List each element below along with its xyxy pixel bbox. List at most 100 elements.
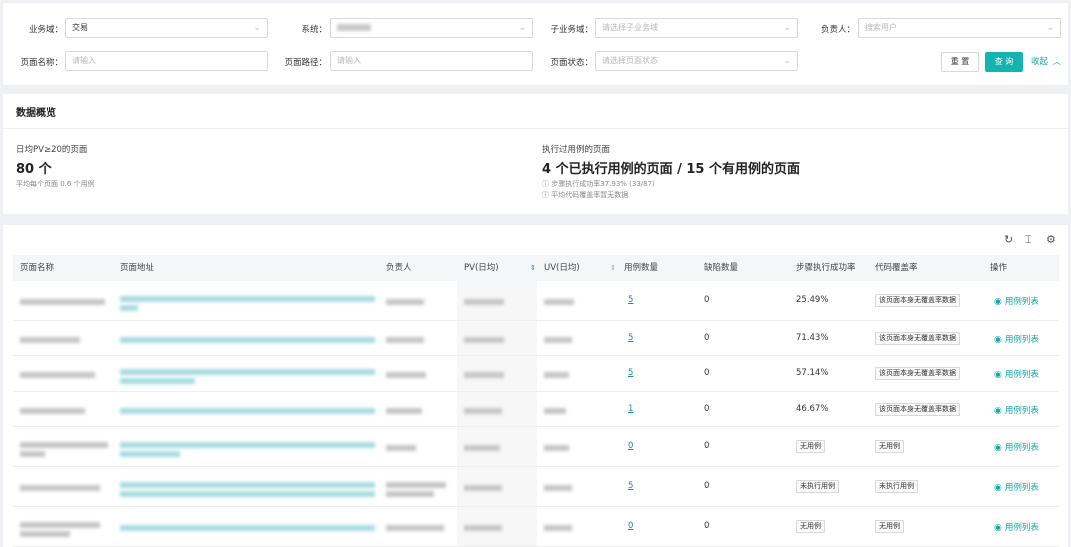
defect-count: 0 [704,333,710,343]
info-circle-icon: ⓘ [542,191,552,199]
refresh-icon[interactable]: ↻ [1004,233,1013,246]
query-button[interactable]: 查 询 [985,52,1023,72]
page-name-input[interactable]: 请输入 [65,51,268,71]
page-status-select[interactable]: 请选择页面状态 ⌄ [595,51,798,71]
col-pv-label: PV(日均) [464,263,499,273]
eye-icon: ◉ [994,297,1002,307]
case-list-action[interactable]: ◉ 用例列表 [994,441,1039,453]
step-success-rate-tag: 无用例 [796,520,825,533]
eye-icon: ◉ [994,443,1002,453]
code-coverage-note-text: 平均代码覆盖率暂无数据 [551,191,629,199]
table-row: 5 0 57.14% 该页面本身无覆盖率数据 ◉ 用例列表 [13,356,1059,392]
page-name-redacted [20,372,95,378]
case-list-action[interactable]: ◉ 用例列表 [994,481,1039,493]
system-label: 系统： [301,25,327,35]
page-path-input[interactable]: 请输入 [330,51,533,71]
code-coverage-tag: 无用例 [875,440,904,453]
page-url-link-redacted[interactable] [120,491,375,497]
uv-value-redacted [544,485,572,491]
pv-value-redacted [464,445,500,451]
uv-value-redacted [544,337,572,343]
case-list-action[interactable]: ◉ 用例列表 [994,333,1039,345]
page-url-link-redacted[interactable] [120,305,138,311]
case-list-action[interactable]: ◉ 用例列表 [994,295,1039,307]
business-domain-label: 业务域： [28,25,63,35]
page-url-link-redacted[interactable] [120,378,195,384]
case-list-label: 用例列表 [1004,297,1039,307]
divider [3,128,1068,129]
case-count-link[interactable]: 0 [628,441,633,451]
business-domain-select[interactable]: 交易 ⌄ [65,18,268,38]
col-step-success-rate: 步骤执行成功率 [796,263,856,273]
case-count-link[interactable]: 1 [628,404,633,414]
sub-domain-select[interactable]: 请选择子业务域 ⌄ [595,18,798,38]
page-url-link-redacted[interactable] [120,337,375,343]
defect-count: 0 [704,295,710,305]
table-row: 5 0 71.43% 该页面本身无覆盖率数据 ◉ 用例列表 [13,321,1059,356]
sort-icon[interactable]: ⇕ [530,255,536,281]
case-count-link[interactable]: 0 [628,521,633,531]
col-uv[interactable]: UV(日均) ⇕ [544,255,618,281]
col-defect-count: 缺陷数量 [704,263,739,273]
collapse-button[interactable]: 收起 ︿ [1031,55,1061,67]
owner-label: 负责人： [820,25,855,35]
col-pv[interactable]: PV(日均) ⇕ [464,255,538,281]
page-name-redacted [20,451,45,457]
code-coverage-tag: 该页面本身无覆盖率数据 [875,367,960,380]
eye-icon: ◉ [994,483,1002,493]
sort-icon[interactable]: ⇕ [610,255,616,281]
case-list-label: 用例列表 [1004,406,1039,416]
case-count-link[interactable]: 5 [628,481,633,491]
step-success-rate-value: 71.43% [796,333,829,343]
page-url-link-redacted[interactable] [120,482,375,488]
case-list-action[interactable]: ◉ 用例列表 [994,521,1039,533]
page-url-link-redacted[interactable] [120,296,375,302]
owner-placeholder: 搜索用户 [865,23,897,32]
case-list-label: 用例列表 [1004,335,1039,345]
page-status-placeholder: 请选择页面状态 [602,56,658,65]
case-list-action[interactable]: ◉ 用例列表 [994,404,1039,416]
owner-search-select[interactable]: 搜索用户 ⌄ [858,18,1061,38]
page-name-label: 页面名称： [20,58,63,68]
page-url-link-redacted[interactable] [120,442,375,448]
chevron-down-icon: ⌄ [783,23,791,33]
col-page-name: 页面名称 [20,263,55,273]
defect-count: 0 [704,481,710,491]
page-name-redacted [20,531,70,537]
case-list-label: 用例列表 [1004,443,1039,453]
code-coverage-tag: 该页面本身无覆盖率数据 [875,332,960,345]
col-code-coverage: 代码覆盖率 [875,263,918,273]
owner-redacted [386,337,424,343]
page-table-panel: ↻ ⌶ ⚙ 页面名称 页面地址 负责人 PV(日均) ⇕ UV(日均) ⇕ 用例… [3,225,1068,547]
owner-redacted [386,525,444,531]
page-name-redacted [20,408,85,414]
page-url-link-redacted[interactable] [120,525,375,531]
executed-pages-value: 4 个已执行用例的页面 / 15 个有用例的页面 [542,162,800,177]
owner-redacted [386,299,424,305]
uv-value-redacted [544,525,572,531]
reset-button[interactable]: 重 置 [941,52,979,72]
case-count-link[interactable]: 5 [628,295,633,305]
case-count-link[interactable]: 5 [628,368,633,378]
case-list-label: 用例列表 [1004,523,1039,533]
owner-redacted [386,445,416,451]
code-coverage-tag: 未执行用例 [875,480,918,493]
page-url-link-redacted[interactable] [120,369,375,375]
eye-icon: ◉ [994,406,1002,416]
case-list-action[interactable]: ◉ 用例列表 [994,368,1039,380]
chevron-down-icon: ⌄ [518,23,526,33]
column-height-icon[interactable]: ⌶ [1025,233,1032,247]
page-url-link-redacted[interactable] [120,408,375,414]
system-select[interactable]: ⌄ [330,18,533,38]
executed-pages-label: 执行过用例的页面 [542,145,611,155]
page-name-redacted [20,337,80,343]
page-status-label: 页面状态： [550,58,593,68]
case-count-link[interactable]: 5 [628,333,633,343]
code-coverage-tag: 该页面本身无覆盖率数据 [875,403,960,416]
col-page-url: 页面地址 [120,263,155,273]
business-domain-value: 交易 [72,23,88,32]
page-url-link-redacted[interactable] [120,451,180,457]
gear-icon[interactable]: ⚙ [1046,233,1056,246]
sub-domain-placeholder: 请选择子业务域 [602,23,658,32]
table-row: 0 0 无用例 无用例 ◉ 用例列表 [13,507,1059,547]
